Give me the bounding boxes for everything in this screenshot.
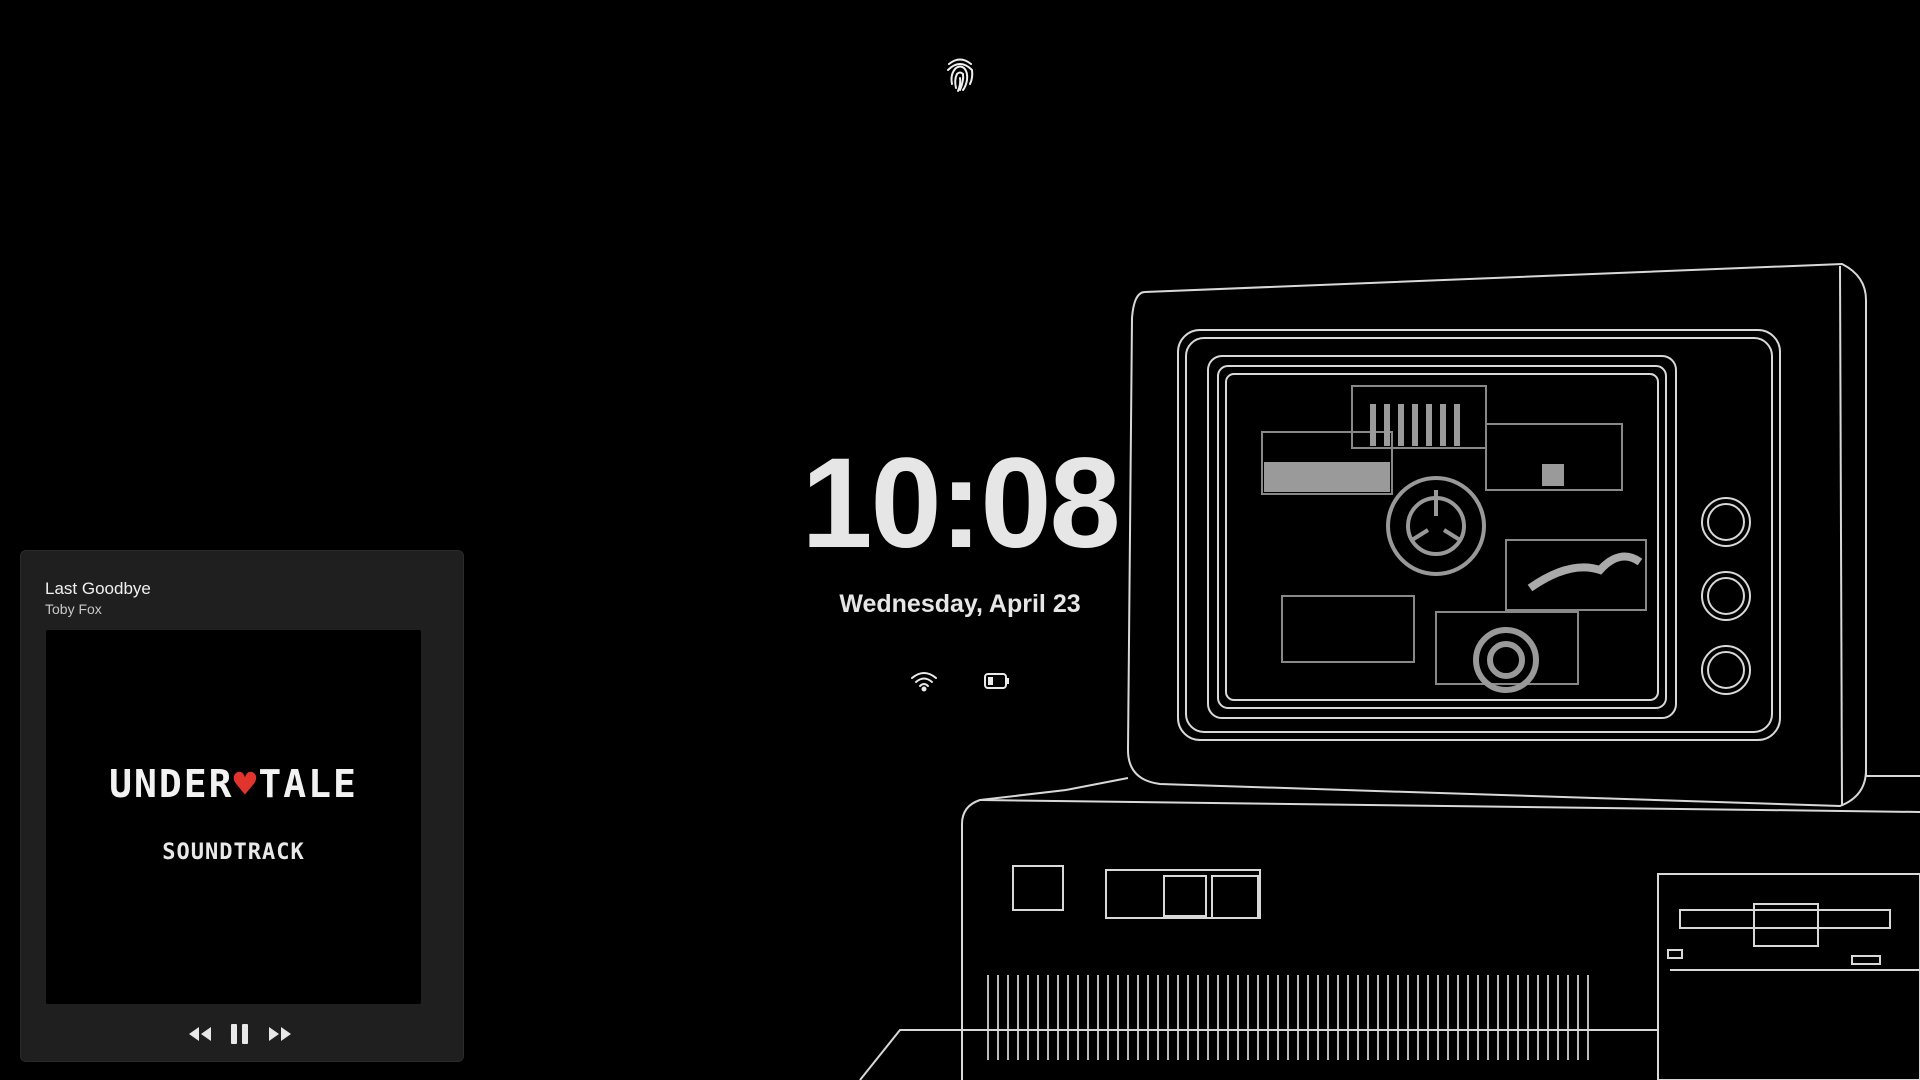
media-player-card: Last Goodbye Toby Fox UNDER♥TALE SOUNDTR… — [20, 550, 464, 1062]
album-art: UNDER♥TALE SOUNDTRACK — [46, 630, 421, 1004]
album-logo-text: UNDER♥TALE — [109, 762, 358, 806]
wifi-icon[interactable] — [910, 670, 938, 692]
lockscreen-clock: 10:08 — [801, 432, 1120, 575]
track-artist: Toby Fox — [45, 601, 102, 617]
album-subtitle: SOUNDTRACK — [162, 840, 305, 865]
media-controls — [21, 1019, 463, 1049]
pause-icon[interactable] — [227, 1019, 253, 1049]
previous-icon[interactable] — [187, 1019, 213, 1049]
battery-icon[interactable] — [984, 672, 1010, 690]
next-icon[interactable] — [267, 1019, 293, 1049]
heart-icon: ♥ — [233, 762, 259, 806]
track-title: Last Goodbye — [45, 579, 151, 598]
fingerprint-icon[interactable] — [944, 54, 976, 94]
